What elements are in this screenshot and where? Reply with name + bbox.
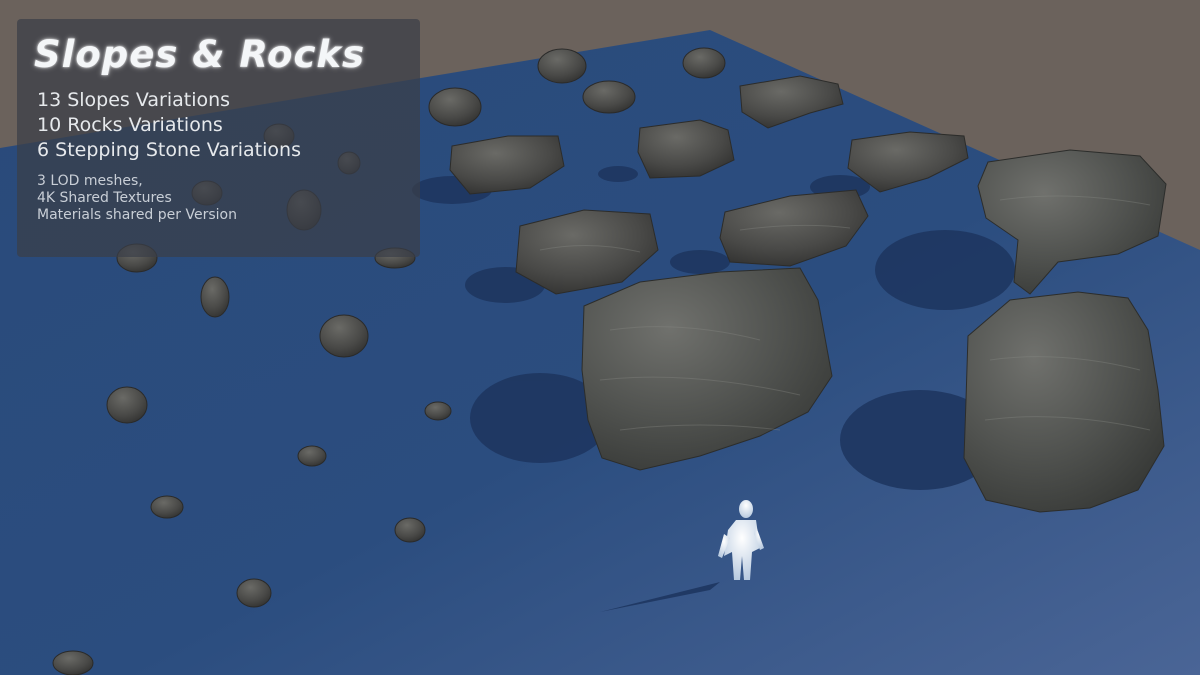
- detail-textures: 4K Shared Textures: [37, 190, 172, 206]
- detail-list: 3 LOD meshes, 4K Shared Textures Materia…: [37, 173, 420, 224]
- info-panel: Slopes & Rocks 13 Slopes Variations 10 R…: [17, 19, 420, 257]
- feature-slopes: 13 Slopes Variations: [37, 89, 231, 111]
- detail-materials: Materials shared per Version: [37, 207, 237, 223]
- detail-lod: 3 LOD meshes,: [37, 173, 143, 189]
- page-title: Slopes & Rocks: [34, 33, 366, 76]
- feature-rocks: 10 Rocks Variations: [37, 114, 223, 136]
- feature-list: 13 Slopes Variations 10 Rocks Variations…: [37, 88, 420, 163]
- feature-stepping-stones: 6 Stepping Stone Variations: [37, 139, 301, 161]
